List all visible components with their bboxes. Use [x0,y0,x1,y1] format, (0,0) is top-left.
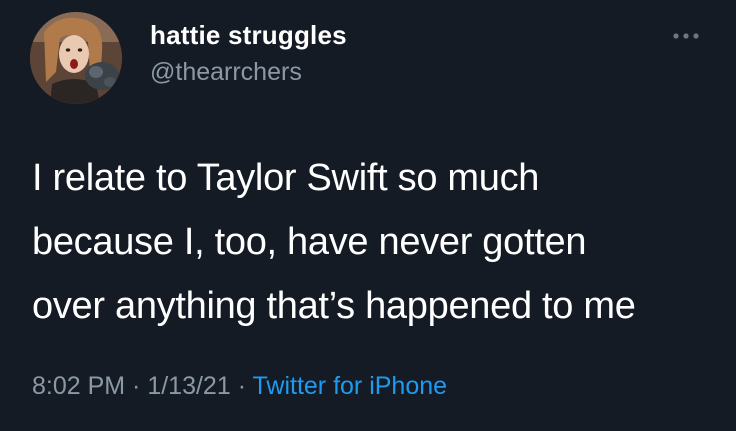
avatar[interactable] [30,12,122,104]
meta-separator: · [125,372,148,400]
tweet-text: I relate to Taylor Swift so much because… [32,146,722,338]
tweet-text-line: I relate to Taylor Swift so much [32,157,540,199]
tweet-source-link[interactable]: Twitter for iPhone [253,372,448,400]
tweet-metadata: 8:02 PM · 1/13/21 · Twitter for iPhone [32,372,447,401]
profile-photo-icon [30,12,122,104]
meta-separator: · [230,372,253,400]
more-options-icon [673,33,699,39]
user-handle[interactable]: @thearrchers [150,58,302,87]
more-options-button[interactable] [666,24,706,48]
tweet-date[interactable]: 1/13/21 [147,372,230,400]
tweet-text-line: because I, too, have never gotten [32,221,587,263]
tweet-text-line: over anything that’s happened to me [32,285,636,327]
tweet-time[interactable]: 8:02 PM [32,372,125,400]
display-name[interactable]: hattie struggles [150,20,347,51]
tweet-card: hattie struggles @thearrchers I relate t… [0,0,736,431]
